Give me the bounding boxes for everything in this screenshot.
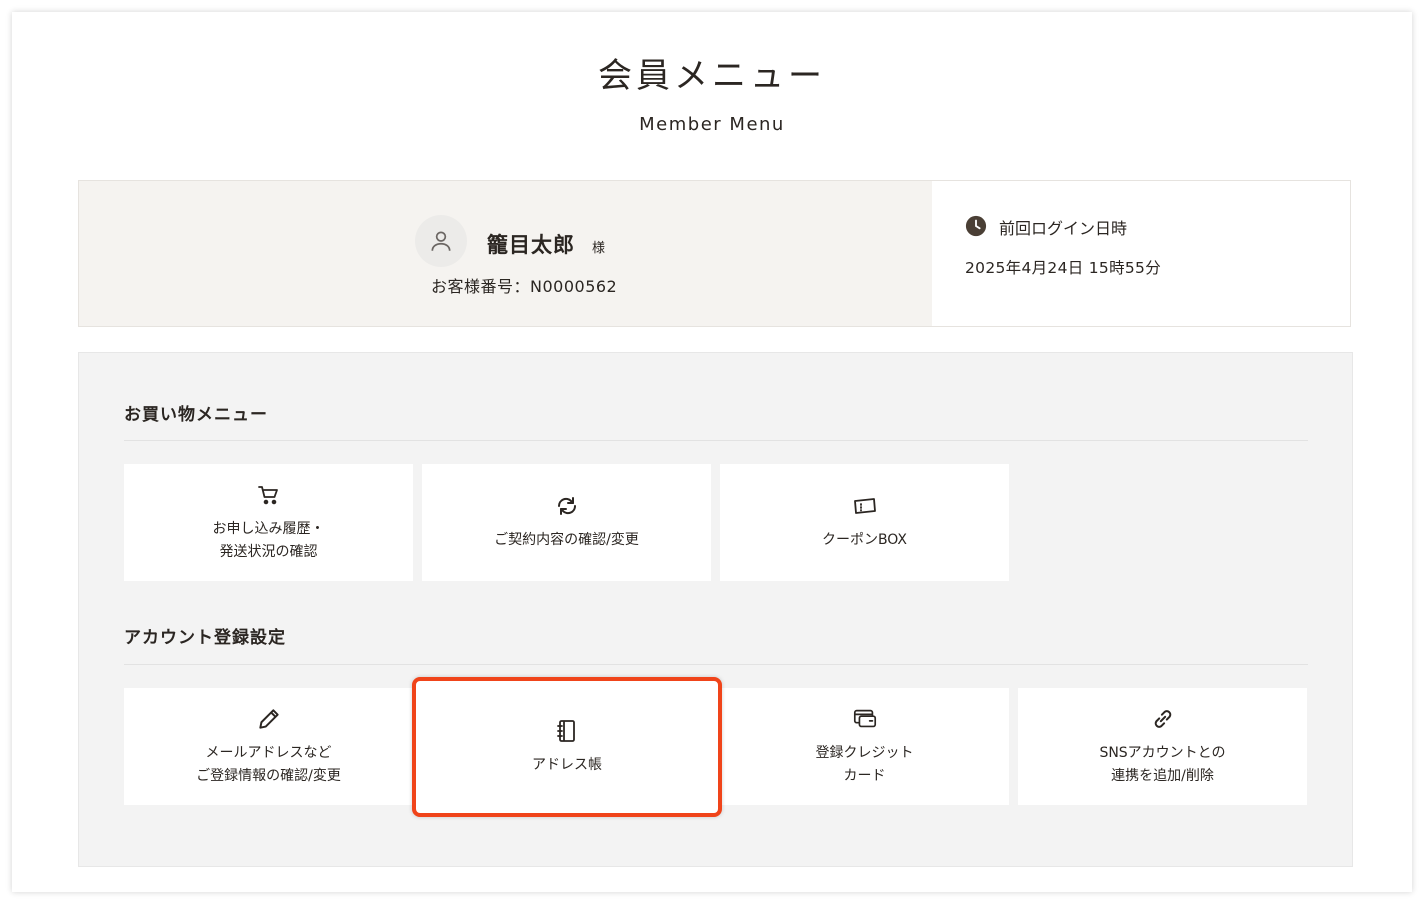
card-label: ご契約内容の確認/変更 [494,532,639,548]
last-login-value: 2025年4月24日 15時55分 [965,259,1162,277]
ticket-icon [852,493,878,519]
user-name: 籠目太郎 [487,233,575,257]
avatar [415,215,467,267]
user-profile-section: 籠目太郎 様 お客様番号：N0000562 [79,181,932,326]
clock-icon [965,215,987,237]
section-divider [124,664,1308,665]
sns-link-card[interactable]: SNSアカウントとの 連携を追加/削除 [1018,688,1307,805]
account-settings-heading: アカウント登録設定 [124,628,286,648]
card-label: アドレス帳 [532,756,602,773]
registration-info-card[interactable]: メールアドレスなど ご登録情報の確認/変更 [124,688,413,805]
card-label: メールアドレスなど ご登録情報の確認/変更 [196,744,341,784]
customer-number: お客様番号：N0000562 [431,277,618,296]
user-honorific: 様 [592,241,606,256]
refresh-icon [554,493,580,519]
card-label: お申し込み履歴・ 発送状況の確認 [212,520,325,560]
member-menu-panel: お買い物メニュー お申し込み履歴・ 発送状況の確認 ご契約内容の確認/変更 クー… [78,352,1353,867]
cart-icon [256,482,282,508]
user-icon [431,231,451,251]
user-info-panel: 籠目太郎 様 お客様番号：N0000562 前回ログイン日時 2025年4月24… [78,180,1351,327]
address-book-card[interactable]: アドレス帳 [412,677,722,817]
coupon-box-card[interactable]: クーポンBOX [720,464,1009,581]
contract-details-card[interactable]: ご契約内容の確認/変更 [422,464,711,581]
section-divider [124,440,1308,441]
card-label: クーポンBOX [821,532,908,548]
link-icon [1150,706,1176,732]
card-label: SNSアカウントとの 連携を追加/削除 [1099,744,1226,784]
card-label: 登録クレジット カード [815,744,914,784]
registered-credit-card-card[interactable]: 登録クレジット カード [720,688,1009,805]
pencil-icon [256,706,282,732]
page-subtitle: Member Menu [639,114,785,135]
page-title: 会員メニュー [598,56,826,96]
shopping-menu-heading: お買い物メニュー [124,405,268,425]
credit-card-icon [852,706,878,732]
address-book-icon [554,718,580,744]
last-login-label: 前回ログイン日時 [999,219,1128,238]
order-history-card[interactable]: お申し込み履歴・ 発送状況の確認 [124,464,413,581]
